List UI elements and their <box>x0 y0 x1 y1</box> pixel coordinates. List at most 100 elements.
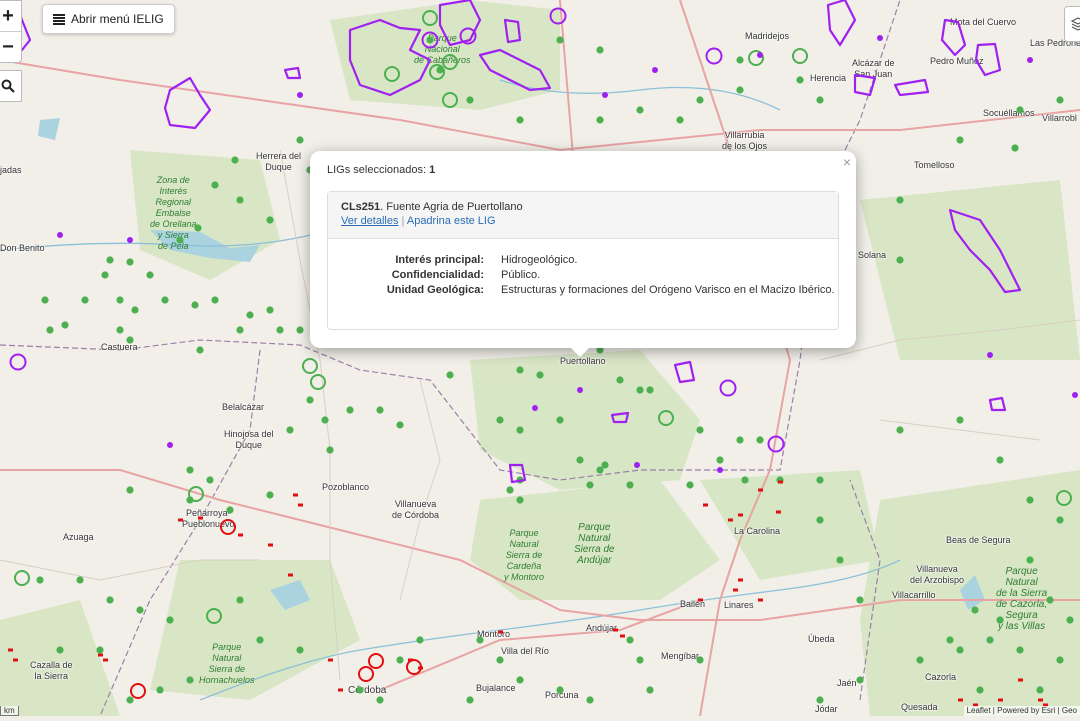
lig-point-marker[interactable] <box>146 271 154 279</box>
lig-feature-marker[interactable] <box>613 628 618 632</box>
lig-point-marker[interactable] <box>1046 596 1054 604</box>
lig-point-marker[interactable] <box>116 296 124 304</box>
lig-feature-marker[interactable] <box>998 698 1003 702</box>
lig-point-marker[interactable] <box>956 136 964 144</box>
lig-point-marker[interactable] <box>1066 616 1074 624</box>
lig-point-marker[interactable] <box>626 636 634 644</box>
lig-point-marker[interactable] <box>276 326 284 334</box>
lig-area-marker[interactable] <box>658 410 674 426</box>
lig-point-marker[interactable] <box>516 426 524 434</box>
lig-polygon-marker[interactable] <box>634 462 640 468</box>
lig-point-marker[interactable] <box>686 481 694 489</box>
lig-point-marker[interactable] <box>346 406 354 414</box>
lig-polygon-marker[interactable] <box>57 232 63 238</box>
lig-polygon[interactable] <box>988 396 1007 412</box>
lig-point-marker[interactable] <box>576 456 584 464</box>
lig-feature-marker[interactable] <box>358 666 374 682</box>
lig-feature-marker[interactable] <box>130 683 146 699</box>
lig-feature-marker[interactable] <box>733 588 738 592</box>
lig-polygon[interactable] <box>163 76 212 130</box>
lig-point-marker[interactable] <box>236 596 244 604</box>
lig-point-marker[interactable] <box>266 216 274 224</box>
lig-point-marker[interactable] <box>626 481 634 489</box>
lig-feature-marker[interactable] <box>620 634 625 638</box>
lig-polygon-marker[interactable] <box>602 92 608 98</box>
lig-polygon-marker[interactable] <box>757 52 763 58</box>
lig-point-marker[interactable] <box>126 486 134 494</box>
search-button[interactable] <box>0 70 22 102</box>
zoom-out-button[interactable]: − <box>0 31 21 62</box>
lig-point-marker[interactable] <box>321 416 329 424</box>
lig-point-marker[interactable] <box>1016 106 1024 114</box>
lig-area-marker[interactable] <box>442 92 458 108</box>
lig-feature-marker[interactable] <box>758 488 763 492</box>
lig-feature-marker[interactable] <box>778 480 783 484</box>
lig-point-marker[interactable] <box>516 676 524 684</box>
open-menu-button[interactable]: Abrir menú IELIG <box>42 4 175 34</box>
lig-feature-marker[interactable] <box>368 653 384 669</box>
lig-point-marker[interactable] <box>296 136 304 144</box>
lig-feature-marker[interactable] <box>8 648 13 652</box>
lig-point-marker[interactable] <box>596 46 604 54</box>
lig-point-marker[interactable] <box>636 106 644 114</box>
lig-area-marker[interactable] <box>302 358 318 374</box>
lig-point-marker[interactable] <box>446 371 454 379</box>
lig-polygon-marker[interactable] <box>549 7 567 25</box>
lig-polygon[interactable] <box>853 73 877 97</box>
lig-polygon[interactable] <box>940 18 967 57</box>
lig-point-marker[interactable] <box>976 686 984 694</box>
lig-point-marker[interactable] <box>211 181 219 189</box>
lig-point-marker[interactable] <box>696 96 704 104</box>
lig-feature-marker[interactable] <box>298 503 303 507</box>
lig-point-marker[interactable] <box>101 271 109 279</box>
lig-point-marker[interactable] <box>816 476 824 484</box>
map-canvas[interactable]: Madridejos Mota del Cuervo Las Pedroñera… <box>0 0 1080 717</box>
lig-polygon[interactable] <box>283 66 302 80</box>
lig-point-marker[interactable] <box>376 696 384 704</box>
lig-feature-marker[interactable] <box>103 658 108 662</box>
lig-point-marker[interactable] <box>186 466 194 474</box>
lig-point-marker[interactable] <box>646 686 654 694</box>
lig-point-marker[interactable] <box>896 426 904 434</box>
lig-point-marker[interactable] <box>236 326 244 334</box>
lig-area-marker[interactable] <box>792 48 808 64</box>
lig-point-marker[interactable] <box>136 606 144 614</box>
lig-point-marker[interactable] <box>196 346 204 354</box>
lig-area-marker[interactable] <box>188 486 204 502</box>
lig-point-marker[interactable] <box>286 426 294 434</box>
lig-point-marker[interactable] <box>126 258 134 266</box>
lig-polygon-marker[interactable] <box>1072 392 1078 398</box>
lig-feature-marker[interactable] <box>288 573 293 577</box>
lig-point-marker[interactable] <box>586 481 594 489</box>
lig-point-marker[interactable] <box>306 396 314 404</box>
lig-polygon-marker[interactable] <box>167 442 173 448</box>
lig-point-marker[interactable] <box>506 486 514 494</box>
lig-polygon[interactable] <box>826 0 857 47</box>
lig-feature-marker[interactable] <box>98 653 103 657</box>
lig-point-marker[interactable] <box>176 236 184 244</box>
lig-point-marker[interactable] <box>916 656 924 664</box>
lig-polygon-marker[interactable] <box>1027 57 1033 63</box>
lig-point-marker[interactable] <box>1036 686 1044 694</box>
lig-point-marker[interactable] <box>1016 646 1024 654</box>
lig-area-marker[interactable] <box>384 66 400 82</box>
lig-feature-marker[interactable] <box>238 533 243 537</box>
lig-point-marker[interactable] <box>696 426 704 434</box>
lig-point-marker[interactable] <box>696 656 704 664</box>
lig-point-marker[interactable] <box>206 476 214 484</box>
lig-point-marker[interactable] <box>1056 516 1064 524</box>
lig-polygon-marker[interactable] <box>577 387 583 393</box>
lig-point-marker[interactable] <box>736 56 744 64</box>
lig-polygon-marker[interactable] <box>705 47 723 65</box>
lig-point-marker[interactable] <box>36 576 44 584</box>
lig-point-marker[interactable] <box>1026 496 1034 504</box>
lig-point-marker[interactable] <box>956 416 964 424</box>
lig-feature-marker[interactable] <box>198 516 203 520</box>
lig-point-marker[interactable] <box>996 616 1004 624</box>
lig-point-marker[interactable] <box>226 506 234 514</box>
lig-point-marker[interactable] <box>816 696 824 704</box>
lig-point-marker[interactable] <box>476 636 484 644</box>
lig-point-marker[interactable] <box>126 336 134 344</box>
lig-point-marker[interactable] <box>971 606 979 614</box>
lig-point-marker[interactable] <box>246 311 254 319</box>
